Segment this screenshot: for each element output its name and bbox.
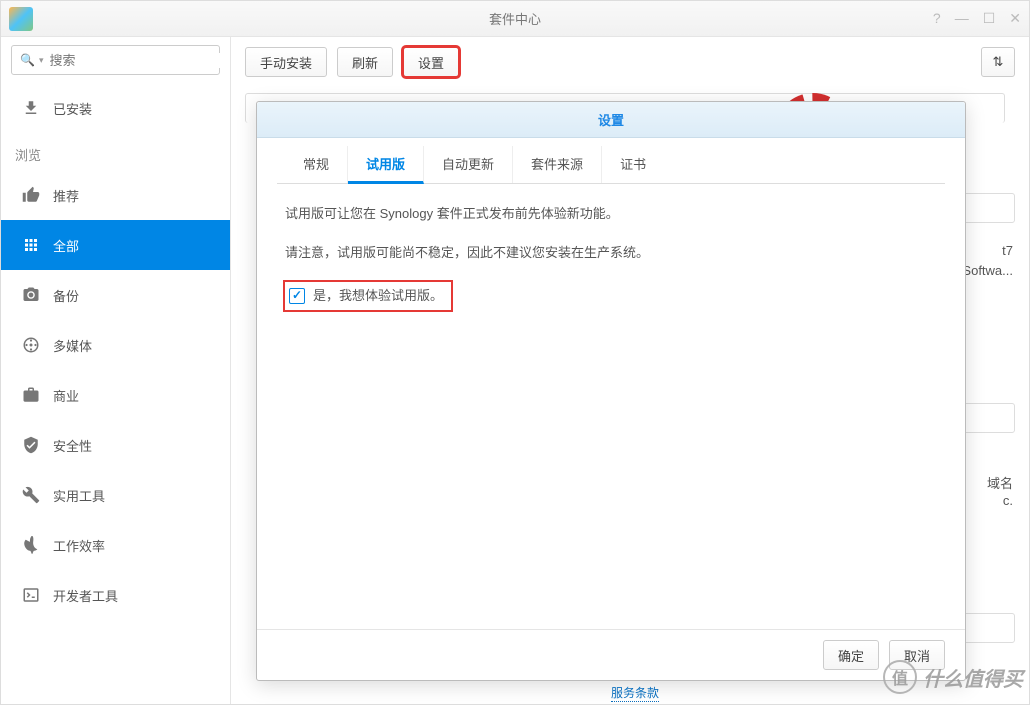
manual-install-button[interactable]: 手动安装 [245, 47, 327, 77]
tab-trial[interactable]: 试用版 [348, 146, 424, 184]
sidebar-item-label: 已安装 [53, 99, 92, 118]
tab-auto-update[interactable]: 自动更新 [424, 146, 513, 183]
sidebar-item-installed[interactable]: 已安装 [1, 83, 230, 133]
shield-icon [21, 435, 41, 455]
sidebar-item-label: 开发者工具 [53, 586, 118, 605]
close-icon[interactable]: ✕ [1009, 10, 1021, 27]
card-title-peek: t7 [1002, 243, 1013, 258]
sidebar-item-label: 多媒体 [53, 336, 92, 355]
ok-button[interactable]: 确定 [823, 640, 879, 670]
sidebar-item-all[interactable]: 全部 [1, 220, 230, 270]
sidebar-item-label: 推荐 [53, 186, 79, 205]
tab-cert[interactable]: 证书 [602, 146, 664, 183]
grid-icon [21, 235, 41, 255]
window-controls: ? — ☐ ✕ [933, 10, 1021, 27]
settings-modal: 设置 常规 试用版 自动更新 套件来源 证书 试用版可让您在 Synology … [256, 101, 966, 681]
sidebar-item-label: 安全性 [53, 436, 92, 455]
thumbs-up-icon [21, 185, 41, 205]
watermark: 值 什么值得买 [883, 660, 1023, 694]
sidebar-item-security[interactable]: 安全性 [1, 420, 230, 470]
checkbox-icon[interactable]: ✓ [289, 288, 305, 304]
rocket-icon [21, 535, 41, 555]
sidebar-item-developer[interactable]: 开发者工具 [1, 570, 230, 620]
settings-button[interactable]: 设置 [403, 47, 459, 77]
camera-icon [21, 285, 41, 305]
download-icon [21, 98, 41, 118]
trial-description-1: 试用版可让您在 Synology 套件正式发布前先体验新功能。 [285, 204, 937, 225]
sidebar-item-label: 实用工具 [53, 486, 105, 505]
wrench-icon [21, 485, 41, 505]
tab-general[interactable]: 常规 [285, 146, 348, 183]
help-icon[interactable]: ? [933, 10, 941, 27]
sidebar-item-label: 工作效率 [53, 536, 105, 555]
chevron-down-icon[interactable]: ▾ [39, 55, 44, 66]
trial-checkbox-row[interactable]: ✓ 是，我想体验试用版。 [285, 282, 451, 311]
sidebar-item-label: 备份 [53, 286, 79, 305]
sidebar-item-productivity[interactable]: 工作效率 [1, 520, 230, 570]
watermark-text: 什么值得买 [923, 663, 1023, 692]
search-box[interactable]: 🔍 ▾ [11, 45, 220, 75]
checkbox-label: 是，我想体验试用版。 [313, 286, 443, 307]
search-icon: 🔍 [20, 53, 35, 67]
refresh-button[interactable]: 刷新 [337, 47, 393, 77]
film-icon [21, 335, 41, 355]
browse-section-label: 浏览 [1, 133, 230, 170]
modal-titlebar: 设置 [257, 102, 965, 138]
modal-title: 设置 [598, 110, 624, 129]
card-vendor-peek: Softwa... [962, 263, 1013, 278]
card-vendor-peek: c. [1003, 493, 1013, 508]
minimize-icon[interactable]: — [955, 10, 969, 27]
modal-body: 试用版可让您在 Synology 套件正式发布前先体验新功能。 请注意，试用版可… [257, 184, 965, 629]
sort-button[interactable]: ⇅ [981, 47, 1015, 77]
sidebar-item-business[interactable]: 商业 [1, 370, 230, 420]
sidebar-item-backup[interactable]: 备份 [1, 270, 230, 320]
sidebar-item-label: 商业 [53, 386, 79, 405]
sidebar-item-multimedia[interactable]: 多媒体 [1, 320, 230, 370]
terminal-icon [21, 585, 41, 605]
package-center-window: 套件中心 ? — ☐ ✕ 🔍 ▾ 已安装 浏览 推 [0, 0, 1030, 705]
sidebar-item-recommended[interactable]: 推荐 [1, 170, 230, 220]
terms-link[interactable]: 服务条款 [611, 684, 659, 702]
sidebar-item-label: 全部 [53, 236, 79, 255]
app-icon [9, 7, 33, 31]
tab-source[interactable]: 套件来源 [513, 146, 602, 183]
search-input[interactable] [49, 53, 225, 68]
modal-tabs: 常规 试用版 自动更新 套件来源 证书 [277, 146, 945, 184]
watermark-icon: 值 [883, 660, 917, 694]
maximize-icon[interactable]: ☐ [983, 10, 996, 27]
card-title-peek: 域名 [987, 473, 1013, 492]
briefcase-icon [21, 385, 41, 405]
toolbar: 手动安装 刷新 设置 ⇅ [245, 47, 1015, 77]
trial-description-2: 请注意，试用版可能尚不稳定，因此不建议您安装在生产系统。 [285, 243, 937, 264]
modal-footer: 确定 取消 [257, 629, 965, 680]
window-title: 套件中心 [489, 9, 541, 28]
sidebar: 🔍 ▾ 已安装 浏览 推荐 全部 [1, 37, 231, 704]
sort-icon: ⇅ [993, 54, 1004, 70]
sidebar-item-utility[interactable]: 实用工具 [1, 470, 230, 520]
titlebar: 套件中心 ? — ☐ ✕ [1, 1, 1029, 37]
